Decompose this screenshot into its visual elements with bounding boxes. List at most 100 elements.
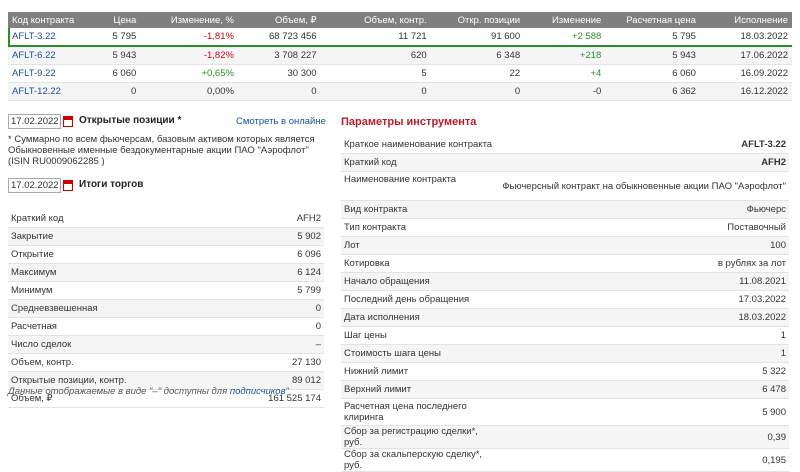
row-value: 17.03.2022 — [495, 290, 789, 309]
expiry-cell: 16.12.2022 — [699, 82, 792, 101]
expiry-cell: 16.09.2022 — [699, 64, 792, 83]
row-value: 0,39 — [495, 425, 789, 449]
row-value: AFH2 — [495, 153, 789, 172]
calendar-icon[interactable] — [63, 116, 73, 127]
contract-link[interactable]: AFLT-9.22 — [12, 68, 56, 79]
volume-contr-cell: 11 721 — [320, 28, 431, 47]
row-value: в рублях за лот — [495, 254, 789, 273]
row-value: 1 — [495, 344, 789, 363]
row-value: Фьючерс — [495, 200, 789, 219]
contract-link[interactable]: AFLT-3.22 — [12, 31, 56, 42]
change-cell: +2 588 — [524, 28, 606, 47]
row-label: Расчетная цена последнего клиринга — [341, 398, 496, 426]
calendar-icon[interactable] — [63, 180, 73, 191]
row-value: AFLT-3.22 — [495, 136, 789, 154]
table-row: Котировка в рублях за лот — [341, 254, 789, 273]
table-row: Стоимость шага цены 1 — [341, 344, 789, 363]
instrument-params-title: Параметры инструмента — [341, 116, 477, 128]
row-label: Начало обращения — [341, 272, 496, 291]
col-open-positions[interactable]: Откр. позиции — [430, 12, 525, 28]
open-positions-title: Открытые позиции * — [79, 115, 182, 126]
table-row: Лот 100 — [341, 236, 789, 255]
table-row[interactable]: AFLT-3.22 5 795 -1,81% 68 723 456 11 721… — [8, 28, 792, 47]
col-volume-contr[interactable]: Объем, контр. — [320, 12, 431, 28]
col-price[interactable]: Цена — [78, 12, 141, 28]
row-label: Минимум — [8, 281, 221, 300]
change-pct-cell: +0,65% — [140, 64, 238, 83]
table-row: Тип контракта Поставочный — [341, 218, 789, 237]
settle-price-cell: 5 943 — [605, 46, 700, 65]
volume-rub-cell: 30 300 — [237, 64, 321, 83]
subscribers-link[interactable]: подписчиков — [230, 386, 286, 397]
expiry-cell: 18.03.2022 — [699, 28, 792, 47]
col-expiry[interactable]: Исполнение — [699, 12, 792, 28]
view-online-link[interactable]: Смотреть в онлайне — [236, 116, 326, 127]
change-cell: +4 — [524, 64, 606, 83]
row-label: Вид контракта — [341, 200, 496, 219]
row-label: Средневзвешенная — [8, 299, 221, 318]
row-label: Краткий код — [8, 210, 221, 228]
open-positions-date-input[interactable]: 17.02.2022 — [8, 114, 61, 129]
row-value: 6 096 — [220, 245, 324, 264]
contract-link[interactable]: AFLT-12.22 — [12, 86, 61, 97]
open-positions-cell: 0 — [430, 82, 525, 101]
settle-price-cell: 6 060 — [605, 64, 700, 83]
row-value: 6 478 — [495, 380, 789, 399]
change-pct-cell: -1,82% — [140, 46, 238, 65]
table-row: Расчетная 0 — [8, 317, 324, 336]
open-positions-cell: 22 — [430, 64, 525, 83]
table-row[interactable]: AFLT-6.22 5 943 -1,82% 3 708 227 620 6 3… — [8, 46, 792, 65]
row-value: 18.03.2022 — [495, 308, 789, 327]
col-settle-price[interactable]: Расчетная цена — [605, 12, 700, 28]
volume-rub-cell: 0 — [237, 82, 321, 101]
row-value: 100 — [495, 236, 789, 255]
open-positions-cell: 6 348 — [430, 46, 525, 65]
row-label: Наименование контракта — [341, 171, 496, 201]
trading-results-table: Краткий код AFH2 Закрытие 5 902 Открытие 6 … — [8, 210, 324, 408]
row-label: Стоимость шага цены — [341, 344, 496, 363]
col-change-pct[interactable]: Изменение, % — [140, 12, 238, 28]
col-code[interactable]: Код контракта — [8, 12, 79, 28]
quotes-table: Код контракта Цена Изменение, % Объем, ₽… — [8, 12, 792, 101]
table-row[interactable]: AFLT-12.22 0 0,00% 0 0 0 -0 6 362 16.12.… — [8, 82, 792, 101]
row-label: Сбор за регистрацию сделки*, руб. — [341, 425, 496, 449]
contract-link[interactable]: AFLT-6.22 — [12, 50, 56, 61]
row-value: 27 130 — [220, 353, 324, 372]
row-label: Число сделок — [8, 335, 221, 354]
row-label: Открытие — [8, 245, 221, 264]
price-cell: 5 795 — [78, 28, 141, 47]
instrument-params-table: Краткое наименование контракта AFLT-3.22 … — [341, 136, 789, 472]
trading-results-title: Итоги торгов — [79, 179, 144, 190]
table-row: Наименование контракта Фьючерсный контрак… — [341, 171, 789, 201]
expiry-cell: 17.06.2022 — [699, 46, 792, 65]
price-cell: 5 943 — [78, 46, 141, 65]
table-row: Открытие 6 096 — [8, 245, 324, 264]
col-volume-rub[interactable]: Объем, ₽ — [237, 12, 321, 28]
settle-price-cell: 6 362 — [605, 82, 700, 101]
table-row: Нижний лимит 5 322 — [341, 362, 789, 381]
row-label: Закрытие — [8, 227, 221, 246]
volume-contr-cell: 5 — [320, 64, 431, 83]
row-label: Верхний лимит — [341, 380, 496, 399]
table-row: Расчетная цена последнего клиринга 5 900 — [341, 398, 789, 426]
col-change[interactable]: Изменение — [524, 12, 606, 28]
table-row: Шаг цены 1 — [341, 326, 789, 345]
table-row: Начало обращения 11.08.2021 — [341, 272, 789, 291]
table-row[interactable]: AFLT-9.22 6 060 +0,65% 30 300 5 22 +4 6 … — [8, 64, 792, 83]
row-value: 5 322 — [495, 362, 789, 381]
table-row: Сбор за скальперскую сделку*, руб. 0,195 — [341, 448, 789, 472]
row-label: Объем, контр. — [8, 353, 221, 372]
row-value: 5 902 — [220, 227, 324, 246]
row-value: 0 — [220, 317, 324, 336]
subscribers-footnote: Данные отображаемые в виде "–" доступны … — [8, 386, 324, 397]
quotes-header-row: Код контракта Цена Изменение, % Объем, ₽… — [8, 12, 792, 28]
open-positions-note: * Суммарно по всем фьючерсам, базовым ак… — [8, 134, 315, 167]
trading-date-input[interactable]: 17.02.2022 — [8, 178, 61, 193]
table-row: Краткое наименование контракта AFLT-3.22 — [341, 136, 789, 154]
table-row: Минимум 5 799 — [8, 281, 324, 300]
row-value: 11.08.2021 — [495, 272, 789, 291]
table-row: Последний день обращения 17.03.2022 — [341, 290, 789, 309]
volume-contr-cell: 0 — [320, 82, 431, 101]
settle-price-cell: 5 795 — [605, 28, 700, 47]
table-row: Сбор за регистрацию сделки*, руб. 0,39 — [341, 425, 789, 449]
